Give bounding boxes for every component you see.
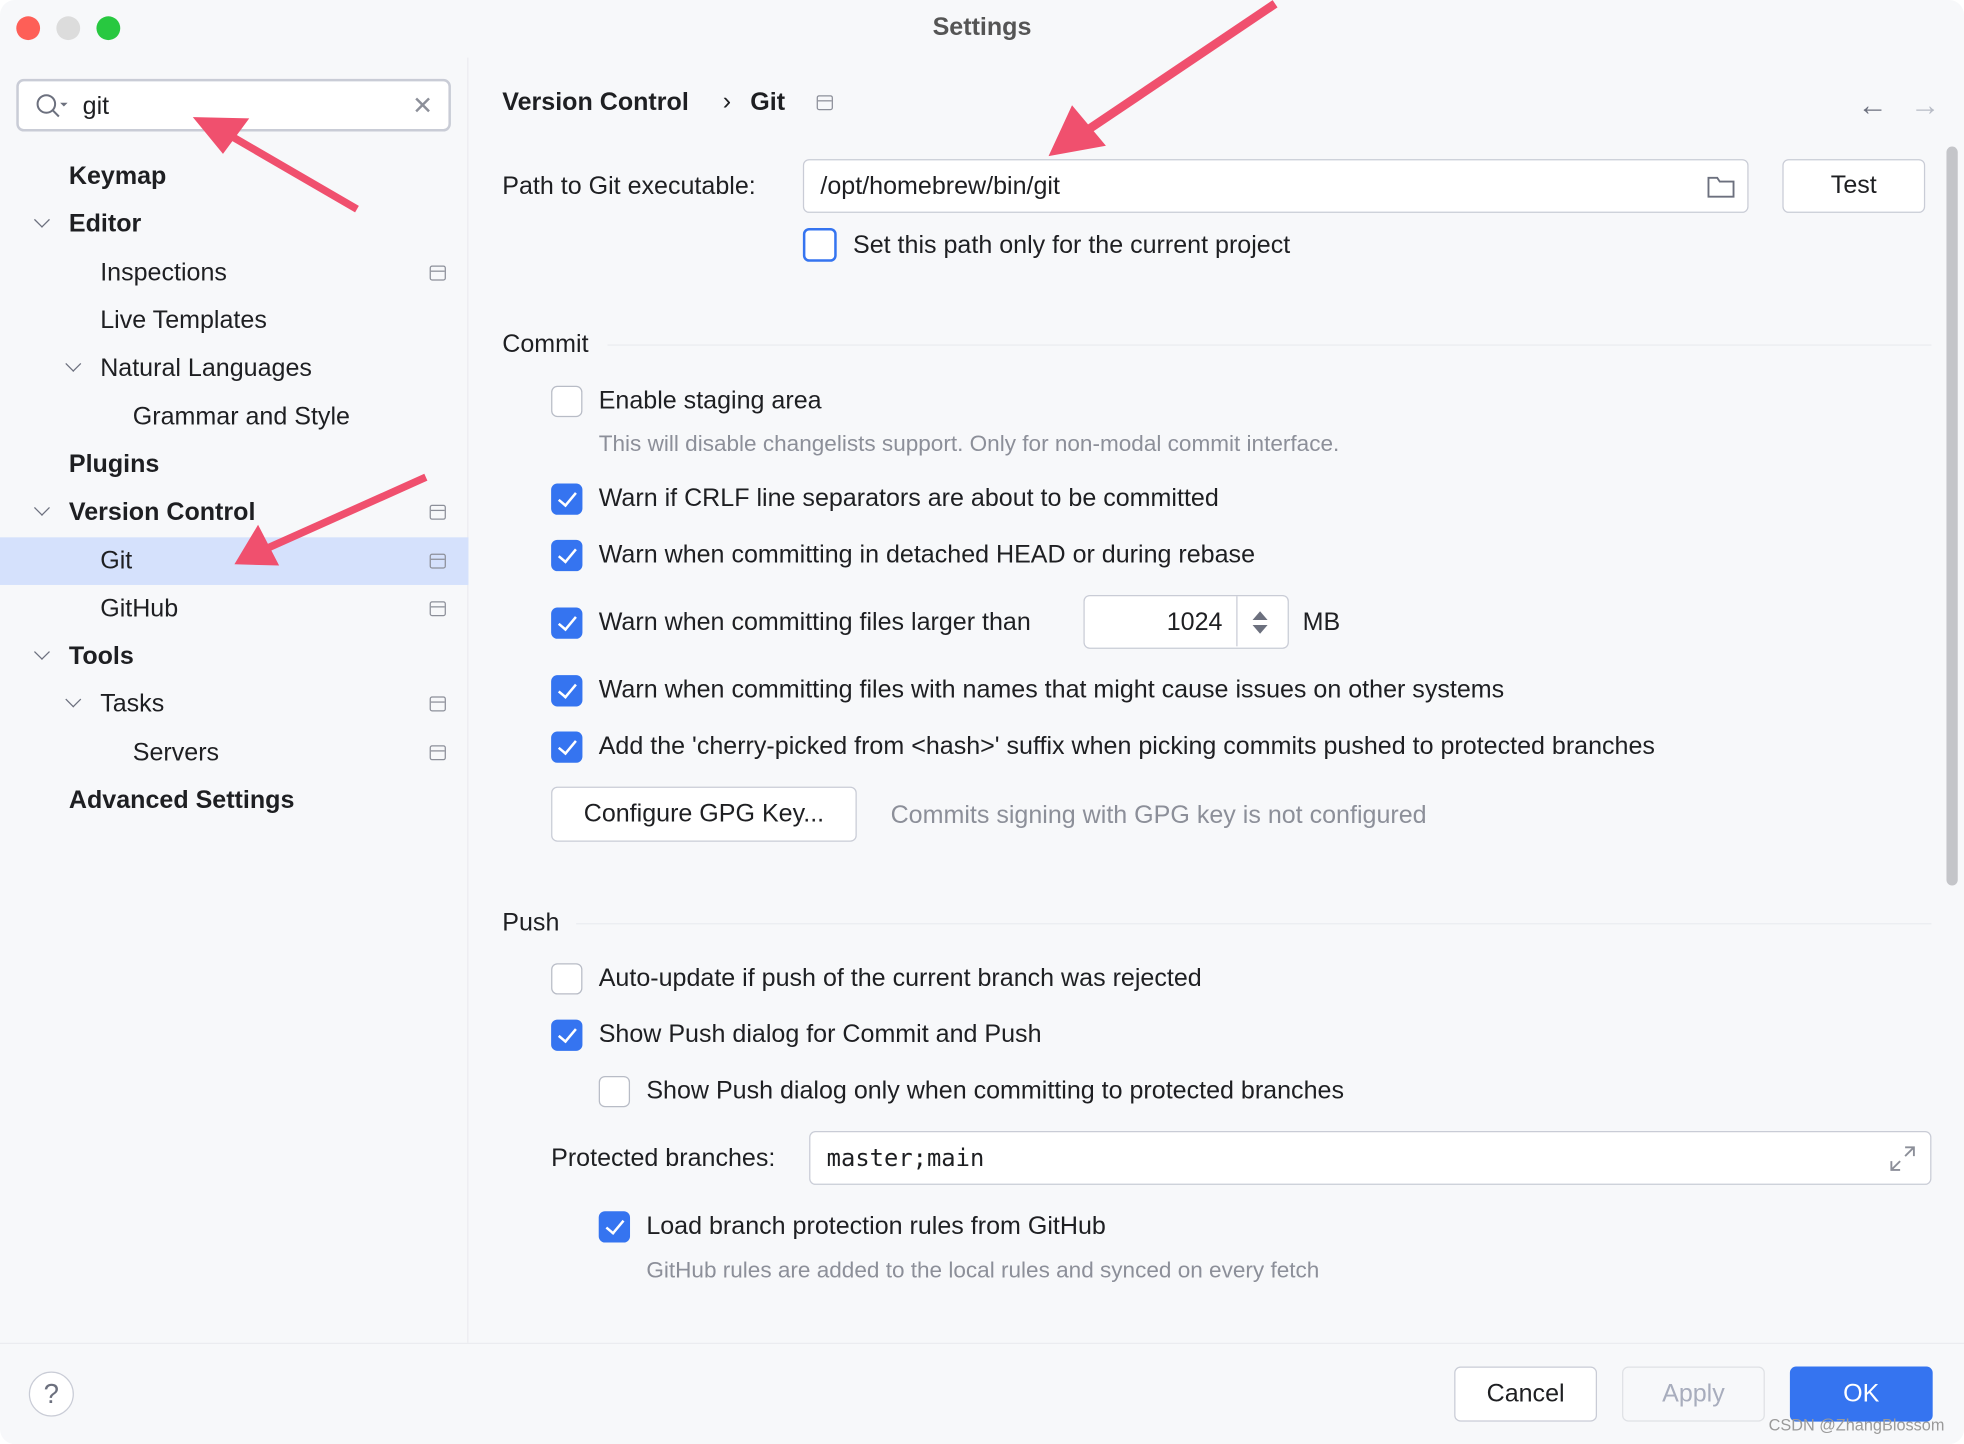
annotation-arrow-search: [223, 129, 359, 213]
annotation-arrow-search-head: [192, 117, 250, 154]
annotation-arrow-git: [267, 473, 428, 551]
annotation-arrow-path: [1084, 0, 1278, 134]
annotation-arrows: [192, 0, 1278, 566]
settings-window: Settings git ✕ Keymap Editor Inspections Li…: [0, 0, 1964, 1444]
annotation-arrow-path-head: [1048, 105, 1106, 157]
